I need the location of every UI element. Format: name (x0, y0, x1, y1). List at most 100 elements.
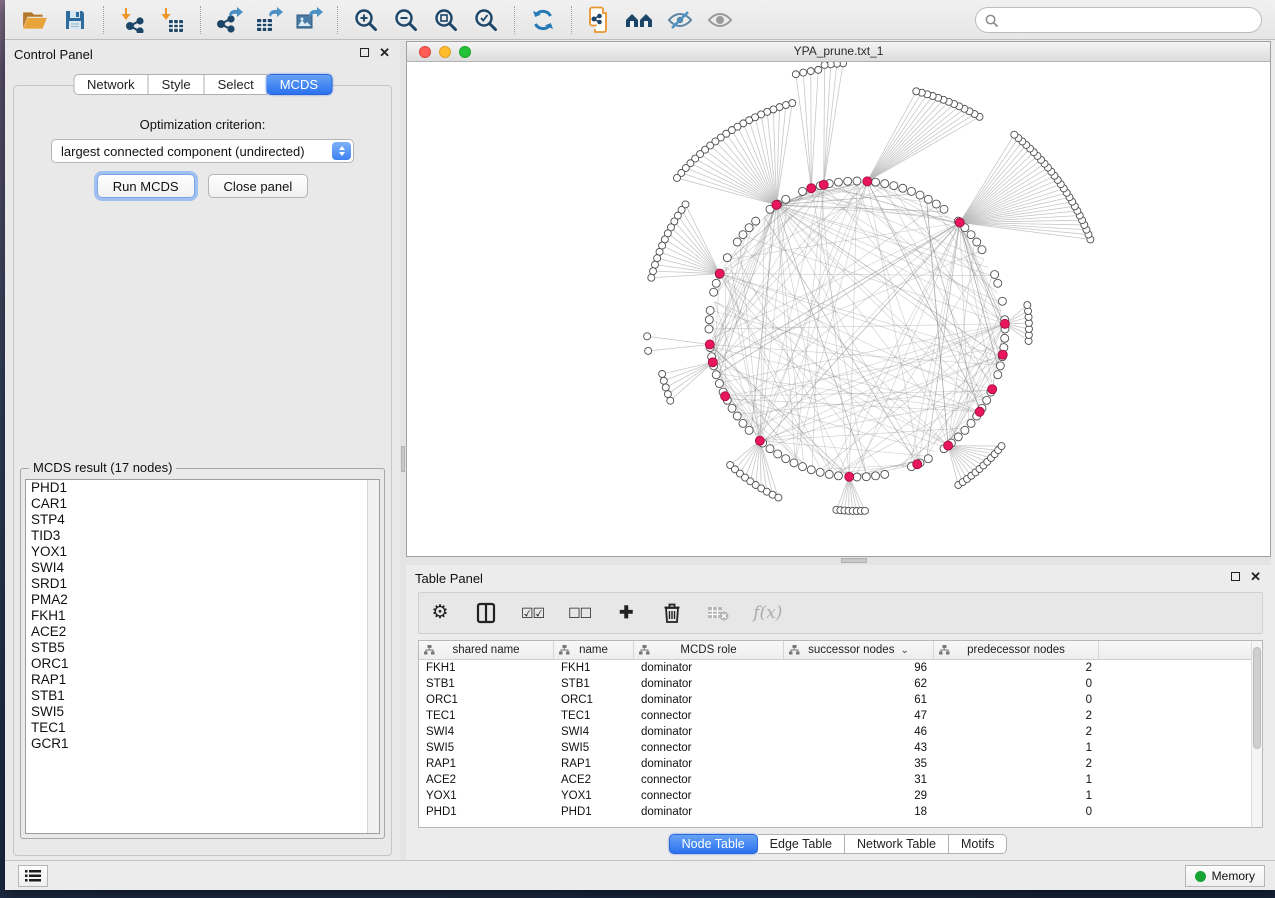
table-cell: 1 (934, 774, 1099, 786)
table-options-gear-icon[interactable]: ⚙ (429, 601, 451, 625)
close-panel-button[interactable]: Close panel (208, 174, 309, 198)
zoom-out-icon[interactable] (389, 4, 423, 36)
memory-button[interactable]: Memory (1185, 865, 1265, 887)
tab-node-table[interactable]: Node Table (669, 834, 758, 854)
close-panel-icon[interactable]: ✕ (379, 48, 390, 57)
table-row[interactable]: SWI5SWI5connector431 (419, 740, 1262, 756)
show-columns-icon[interactable] (475, 601, 497, 625)
mcds-result-item[interactable]: SWI5 (26, 704, 379, 720)
table-cell: connector (634, 790, 784, 802)
table-row[interactable]: ACE2ACE2connector311 (419, 772, 1262, 788)
window-zoom-icon[interactable] (459, 46, 471, 58)
deselect-all-columns-icon[interactable]: ☐☐ (568, 601, 591, 625)
result-list-scrollbar[interactable] (367, 480, 379, 833)
column-header-successor-nodes[interactable]: successor nodes⌄ (784, 641, 934, 659)
create-column-icon[interactable]: ✚ (615, 601, 637, 625)
table-cell: ACE2 (419, 774, 554, 786)
tab-edge-table[interactable]: Edge Table (758, 834, 845, 854)
search-input[interactable] (975, 7, 1262, 33)
network-canvas[interactable] (407, 62, 1270, 556)
column-header-shared-name[interactable]: shared name (419, 641, 554, 659)
save-session-icon[interactable] (58, 4, 92, 36)
table-row[interactable]: TEC1TEC1connector472 (419, 708, 1262, 724)
export-image-icon[interactable] (292, 4, 326, 36)
import-table-icon[interactable] (155, 4, 189, 36)
tab-motifs[interactable]: Motifs (949, 834, 1007, 854)
mcds-result-item[interactable]: ACE2 (26, 624, 379, 640)
tab-style[interactable]: Style (149, 74, 205, 95)
optimization-criterion-label: Optimization criterion: (14, 117, 391, 132)
export-network-icon[interactable] (212, 4, 246, 36)
mcds-result-list[interactable]: PHD1CAR1STP4TID3YOX1SWI4SRD1PMA2FKH1ACE2… (25, 479, 380, 834)
mcds-result-item[interactable]: ORC1 (26, 656, 379, 672)
mcds-result-item[interactable]: SWI4 (26, 560, 379, 576)
task-history-button[interactable] (18, 865, 48, 887)
refresh-layout-icon[interactable] (526, 4, 560, 36)
mcds-result-item[interactable]: GCR1 (26, 736, 379, 752)
toolbar-separator (514, 6, 515, 34)
table-cell: 18 (784, 806, 934, 818)
control-panel-tabs: NetworkStyleSelectMCDS (73, 74, 332, 95)
table-cell: SWI4 (419, 726, 554, 738)
table-row[interactable]: FKH1FKH1dominator962 (419, 660, 1262, 676)
first-neighbors-icon[interactable] (623, 4, 657, 36)
mcds-result-item[interactable]: FKH1 (26, 608, 379, 624)
tab-mcds[interactable]: MCDS (267, 74, 332, 95)
table-cell: dominator (634, 694, 784, 706)
mcds-result-item[interactable]: STB5 (26, 640, 379, 656)
table-cell: 2 (934, 710, 1099, 722)
tab-network[interactable]: Network (73, 74, 149, 95)
float-panel-icon[interactable] (1231, 572, 1240, 581)
table-row[interactable]: SWI4SWI4dominator462 (419, 724, 1262, 740)
criterion-dropdown[interactable]: largest connected component (undirected) (51, 139, 354, 163)
table-cell: 96 (784, 662, 934, 674)
mcds-result-item[interactable]: YOX1 (26, 544, 379, 560)
tab-network-table[interactable]: Network Table (845, 834, 949, 854)
zoom-selected-icon[interactable] (469, 4, 503, 36)
new-network-from-selection-icon[interactable] (583, 4, 617, 36)
dropdown-stepper-icon (332, 142, 351, 160)
network-view-window: YPA_prune.txt_1 (406, 41, 1271, 557)
mcds-result-item[interactable]: TID3 (26, 528, 379, 544)
network-window-titlebar[interactable]: YPA_prune.txt_1 (407, 42, 1270, 62)
select-all-columns-icon[interactable]: ☑☑ (521, 601, 544, 625)
hide-selected-icon[interactable] (663, 4, 697, 36)
table-row[interactable]: STB1STB1dominator620 (419, 676, 1262, 692)
mcds-result-item[interactable]: CAR1 (26, 496, 379, 512)
column-header-MCDS-role[interactable]: MCDS role (634, 641, 784, 659)
node-table-header: shared namenameMCDS rolesuccessor nodes⌄… (419, 641, 1262, 660)
mcds-result-item[interactable]: TEC1 (26, 720, 379, 736)
table-row[interactable]: YOX1YOX1connector291 (419, 788, 1262, 804)
export-table-icon[interactable] (252, 4, 286, 36)
column-header-name[interactable]: name (554, 641, 634, 659)
mcds-result-item[interactable]: SRD1 (26, 576, 379, 592)
table-cell: TEC1 (419, 710, 554, 722)
table-cell: TEC1 (554, 710, 634, 722)
open-session-icon[interactable] (18, 4, 52, 36)
import-network-icon[interactable] (115, 4, 149, 36)
delete-column-trash-icon[interactable] (661, 601, 683, 625)
table-row[interactable]: PHD1PHD1dominator180 (419, 804, 1262, 820)
table-row[interactable]: RAP1RAP1dominator352 (419, 756, 1262, 772)
column-header-predecessor-nodes[interactable]: predecessor nodes (934, 641, 1099, 659)
mcds-result-item[interactable]: RAP1 (26, 672, 379, 688)
network-title: YPA_prune.txt_1 (407, 42, 1270, 61)
table-cell: RAP1 (554, 758, 634, 770)
window-close-icon[interactable] (419, 46, 431, 58)
close-panel-icon[interactable]: ✕ (1250, 572, 1261, 581)
window-minimize-icon[interactable] (439, 46, 451, 58)
float-panel-icon[interactable] (360, 48, 369, 57)
table-scrollbar[interactable] (1251, 641, 1262, 827)
zoom-in-icon[interactable] (349, 4, 383, 36)
table-cell: STB1 (419, 678, 554, 690)
horizontal-splitter[interactable] (406, 557, 1271, 565)
table-row[interactable]: ORC1ORC1dominator610 (419, 692, 1262, 708)
mcds-result-item[interactable]: PHD1 (26, 480, 379, 496)
run-mcds-button[interactable]: Run MCDS (97, 174, 195, 198)
mcds-result-item[interactable]: STB1 (26, 688, 379, 704)
zoom-fit-icon[interactable] (429, 4, 463, 36)
mcds-result-item[interactable]: STP4 (26, 512, 379, 528)
show-all-icon[interactable] (703, 4, 737, 36)
tab-select[interactable]: Select (205, 74, 268, 95)
mcds-result-item[interactable]: PMA2 (26, 592, 379, 608)
